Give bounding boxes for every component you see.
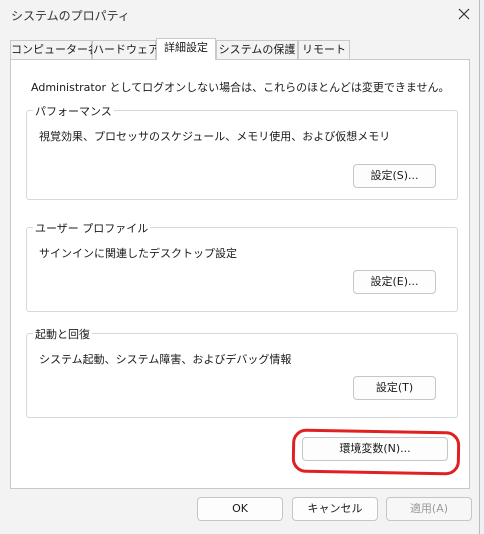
user-profile-group: ユーザー プロファイル サインインに関連したデスクトップ設定 設定(E)... [26, 220, 458, 312]
environment-variables-button[interactable]: 環境変数(N)... [302, 437, 448, 461]
startup-recovery-group: 起動と回復 システム起動、システム障害、およびデバッグ情報 設定(T) [26, 326, 458, 418]
tab-computer-name[interactable]: コンピューター名 [10, 40, 99, 59]
window-title: システムのプロパティ [11, 9, 130, 23]
user-profile-settings-button[interactable]: 設定(E)... [353, 270, 436, 294]
tab-hardware[interactable]: ハードウェア [92, 40, 159, 59]
user-profile-description: サインインに関連したデスクトップ設定 [39, 247, 237, 260]
advanced-tab-panel: Administrator としてログオンしない場合は、これらのほとんどは変更で… [10, 59, 470, 489]
performance-description: 視覚効果、プロセッサのスケジュール、メモリ使用、および仮想メモリ [39, 130, 391, 143]
user-profile-group-label: ユーザー プロファイル [33, 220, 151, 236]
close-button[interactable] [451, 3, 477, 25]
system-properties-dialog: システムのプロパティ コンピューター名 ハードウェア 詳細設定 システムの保護 … [0, 0, 480, 534]
startup-recovery-description: システム起動、システム障害、およびデバッグ情報 [39, 353, 292, 366]
tab-advanced[interactable]: 詳細設定 [156, 38, 216, 60]
startup-recovery-settings-button[interactable]: 設定(T) [353, 376, 436, 400]
close-icon [458, 8, 470, 20]
ok-button[interactable]: OK [197, 497, 283, 521]
title-bar: システムのプロパティ [0, 0, 480, 30]
tab-remote[interactable]: リモート [298, 40, 350, 59]
admin-notice: Administrator としてログオンしない場合は、これらのほとんどは変更で… [31, 81, 450, 94]
performance-group: パフォーマンス 視覚効果、プロセッサのスケジュール、メモリ使用、および仮想メモリ… [26, 103, 458, 200]
background-window-edge [480, 0, 484, 534]
apply-button[interactable]: 適用(A) [386, 497, 472, 521]
startup-recovery-group-label: 起動と回復 [33, 326, 92, 342]
performance-group-label: パフォーマンス [33, 103, 114, 119]
performance-settings-button[interactable]: 設定(S)... [353, 164, 436, 188]
tab-system-protection[interactable]: システムの保護 [216, 40, 298, 59]
cancel-button[interactable]: キャンセル [292, 497, 378, 521]
